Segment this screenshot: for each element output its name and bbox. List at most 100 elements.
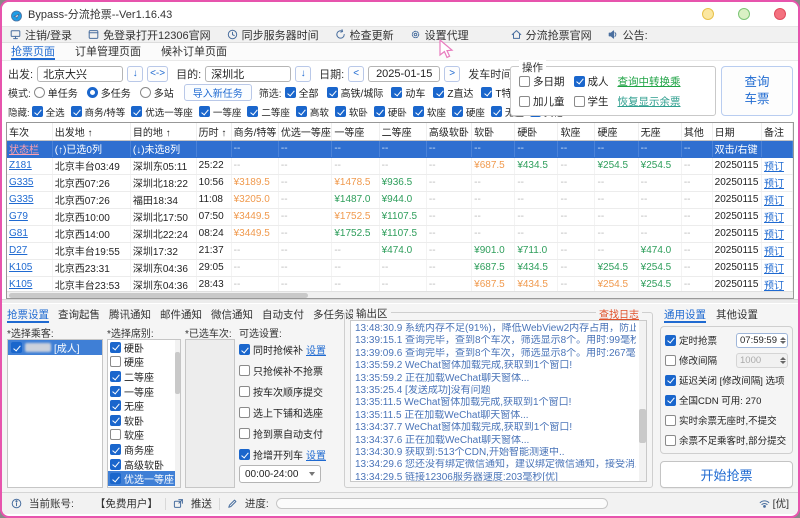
hide-checkbox-4[interactable]: 二等座: [247, 105, 290, 119]
official-site-link[interactable]: 分流抢票官网: [511, 27, 592, 43]
filter-checkbox-0[interactable]: 全部: [284, 85, 319, 100]
train-link[interactable]: Z181: [9, 160, 32, 171]
seat-list-scrollbar[interactable]: [175, 340, 180, 487]
option-checkbox-4[interactable]: 抢到票自动支付: [239, 426, 323, 441]
option-settings-link[interactable]: 设置: [306, 342, 326, 357]
spin-down[interactable]: [780, 360, 786, 364]
col-header-6[interactable]: 一等座: [331, 123, 380, 141]
scrollbar-thumb[interactable]: [9, 293, 308, 298]
from-station-input[interactable]: 北京大兴: [37, 65, 124, 82]
hide-checkbox-6[interactable]: 软卧: [334, 105, 368, 119]
general-checkbox-1[interactable]: 修改间隔: [665, 353, 717, 367]
seat-item-1[interactable]: 硬座: [108, 355, 180, 369]
book-link[interactable]: 预订: [764, 264, 784, 275]
date-next-button[interactable]: >: [444, 65, 461, 82]
settings-tab-5[interactable]: 自动支付: [262, 307, 304, 323]
mode-radio-0[interactable]: 单任务: [33, 85, 78, 100]
ops-checkbox-加儿童[interactable]: 加儿童: [519, 94, 565, 109]
horizontal-scrollbar[interactable]: [7, 291, 793, 298]
date-prev-button[interactable]: <: [348, 65, 365, 82]
general-checkbox-0[interactable]: 定时抢票: [665, 333, 717, 347]
settings-tab-2[interactable]: 腾讯通知: [109, 307, 151, 323]
toolbar-item-3[interactable]: 检查更新: [335, 27, 394, 43]
col-header-7[interactable]: 二等座: [379, 123, 427, 141]
spinner-icon[interactable]: [780, 336, 786, 344]
train-link[interactable]: K105: [9, 279, 32, 290]
train-link[interactable]: G79: [9, 211, 28, 222]
swap-stations-button[interactable]: <->: [147, 65, 169, 82]
output-log-list[interactable]: 13:48:30.9 系统内存不足(91%)，降低WebView2内存占用，防止…: [350, 320, 647, 482]
col-header-11[interactable]: 软座: [557, 123, 596, 141]
seat-item-2[interactable]: 二等座: [108, 369, 180, 384]
toolbar-item-4[interactable]: 设置代理: [410, 27, 469, 43]
col-header-9[interactable]: 软卧: [471, 123, 516, 141]
ops-checkbox-学生[interactable]: 学生: [573, 94, 609, 109]
from-dropdown-button[interactable]: ↓: [127, 65, 144, 82]
mode-radio-2[interactable]: 多站: [139, 85, 174, 100]
book-link[interactable]: 预订: [764, 247, 784, 258]
scrollbar-thumb[interactable]: [175, 351, 180, 394]
toolbar-item-1[interactable]: 免登录打开12306官网: [88, 27, 211, 43]
seat-item-8[interactable]: 高级软卧: [108, 457, 180, 472]
col-header-10[interactable]: 硬卧: [514, 123, 559, 141]
train-link[interactable]: G81: [9, 228, 28, 239]
col-header-12[interactable]: 硬座: [594, 123, 639, 141]
general-checkbox-4[interactable]: 实时余票无座时,不提交: [665, 413, 777, 427]
option-checkbox-2[interactable]: 按车次顺序提交: [239, 384, 323, 399]
option-checkbox-1[interactable]: 只抢候补不抢票: [239, 363, 323, 378]
seat-item-0[interactable]: 硬卧: [108, 340, 180, 355]
passenger-item[interactable]: [成人]: [8, 340, 102, 355]
hide-checkbox-7[interactable]: 硬卧: [373, 105, 407, 119]
spin-up[interactable]: [780, 336, 786, 340]
col-header-14[interactable]: 其他: [681, 123, 713, 141]
main-tab-1[interactable]: 订单管理页面: [75, 43, 141, 60]
settings-tab-4[interactable]: 微信通知: [211, 307, 253, 323]
minimize-button[interactable]: [702, 8, 714, 20]
col-header-1[interactable]: 出发地 ↑: [52, 123, 131, 141]
main-tab-2[interactable]: 候补订单页面: [161, 43, 227, 60]
settings-tab-3[interactable]: 邮件通知: [160, 307, 202, 323]
seat-item-4[interactable]: 无座: [108, 398, 180, 413]
ops-checkbox-成人[interactable]: 成人: [573, 74, 609, 89]
settings-tab-0[interactable]: 抢票设置: [7, 307, 49, 323]
seat-item-7[interactable]: 商务座: [108, 442, 180, 457]
general-input-0[interactable]: 07:59:59: [736, 332, 788, 348]
seat-item-9[interactable]: 优选一等座: [108, 471, 180, 486]
spin-up[interactable]: [780, 356, 786, 360]
filter-checkbox-2[interactable]: 动车: [391, 85, 425, 100]
toolbar-item-0[interactable]: 注销/登录: [10, 27, 72, 43]
train-link[interactable]: D27: [9, 245, 27, 256]
col-header-2[interactable]: 目的地 ↑: [130, 123, 197, 141]
hide-checkbox-0[interactable]: 全选: [31, 105, 65, 119]
seat-item-3[interactable]: 一等座: [108, 384, 180, 399]
book-link[interactable]: 预订: [764, 213, 784, 224]
option-checkbox-5[interactable]: 抢增开列车: [239, 447, 303, 462]
toolbar-item-2[interactable]: 同步服务器时间: [227, 27, 319, 43]
general-tab-0[interactable]: 通用设置: [664, 307, 706, 323]
hide-checkbox-3[interactable]: 一等座: [198, 105, 241, 119]
status-bar-link[interactable]: 状态栏: [9, 145, 39, 156]
train-link[interactable]: G335: [9, 194, 33, 205]
selected-trains-list[interactable]: [185, 339, 235, 488]
col-header-3[interactable]: 历时 ↑: [196, 123, 232, 141]
filter-checkbox-1[interactable]: 高铁/城际: [326, 85, 383, 100]
hide-checkbox-2[interactable]: 优选一等座: [131, 105, 193, 119]
increase-train-time-select[interactable]: 00:00-24:00: [239, 465, 321, 483]
general-input-1[interactable]: 1000: [736, 352, 788, 368]
book-link[interactable]: 预订: [764, 196, 784, 207]
col-header-8[interactable]: 高级软卧: [426, 123, 473, 141]
spinner-icon[interactable]: [780, 356, 786, 364]
seat-item-6[interactable]: 软座: [108, 428, 180, 442]
general-tab-1[interactable]: 其他设置: [716, 307, 758, 323]
push-label[interactable]: 推送: [191, 496, 212, 511]
general-checkbox-3[interactable]: 全国CDN 可用: 270: [665, 393, 761, 407]
start-grab-button[interactable]: 开始抢票: [660, 461, 793, 488]
mode-radio-1[interactable]: 多任务: [86, 85, 131, 100]
scrollbar-thumb[interactable]: [639, 409, 646, 443]
book-link[interactable]: 预订: [764, 230, 784, 241]
import-task-button[interactable]: 导入新任务: [183, 84, 252, 101]
hide-checkbox-9[interactable]: 硬座: [451, 105, 485, 119]
restore-tickets-link[interactable]: 恢复显示余票: [618, 94, 681, 109]
query-tickets-button[interactable]: 查询车票: [721, 66, 793, 116]
train-link[interactable]: G335: [9, 177, 33, 188]
